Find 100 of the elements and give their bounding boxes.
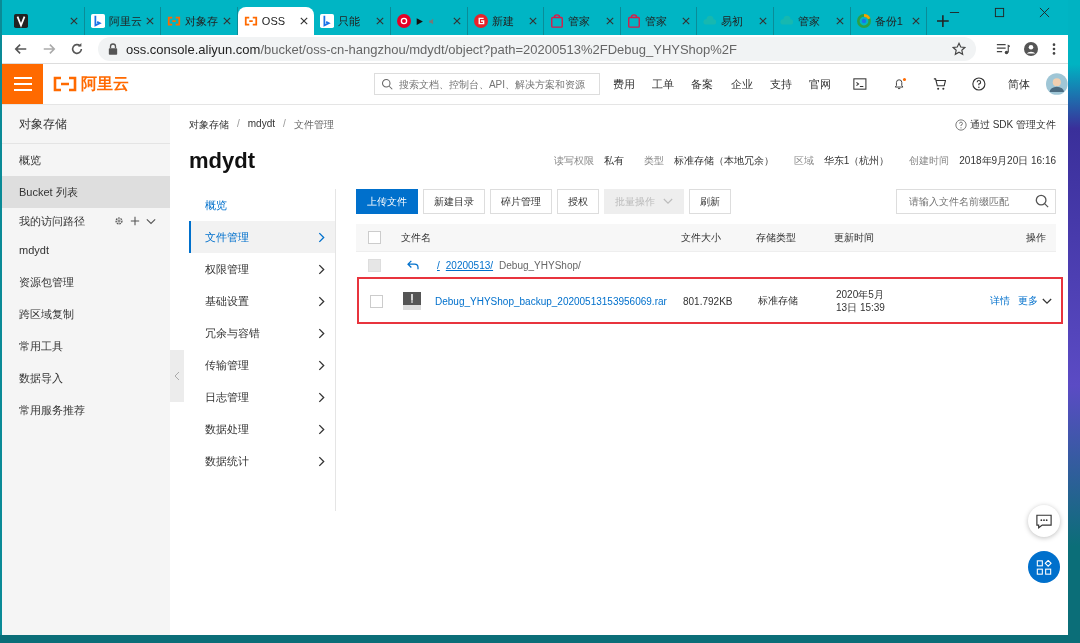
subnav-item[interactable]: 基础设置 <box>189 285 335 317</box>
more-icon[interactable] <box>1052 42 1056 56</box>
sidebar-item[interactable]: 常用服务推荐 <box>2 394 170 426</box>
cart-icon[interactable] <box>932 77 947 91</box>
back-arrow-icon[interactable] <box>14 42 28 56</box>
sidebar-item[interactable]: 常用工具 <box>2 330 170 362</box>
subnav-item[interactable]: 数据统计 <box>189 445 335 477</box>
subnav-item[interactable]: 数据处理 <box>189 413 335 445</box>
apps-button[interactable] <box>1028 551 1060 583</box>
close-icon[interactable] <box>452 17 461 25</box>
sidebar-item[interactable]: Bucket 列表 <box>2 176 170 208</box>
more-link[interactable]: 更多 <box>1018 294 1038 308</box>
toolbar-button[interactable]: 新建目录 <box>423 189 485 214</box>
file-name-link[interactable]: Debug_YHYShop_backup_20200513153956069.rar <box>435 295 667 307</box>
nav-link[interactable]: 工单 <box>643 76 683 92</box>
language-link[interactable]: 简体 <box>999 76 1039 92</box>
table-cell: 801.792KB <box>683 295 733 307</box>
sidebar-item[interactable]: 跨区域复制 <box>2 298 170 330</box>
details-link[interactable]: 详情 <box>990 294 1010 308</box>
play-icon[interactable] <box>415 16 424 26</box>
chevron-right-icon <box>318 263 325 275</box>
breadcrumb-item[interactable]: mdydt <box>247 118 275 132</box>
subnav-item[interactable]: 权限管理 <box>189 253 335 285</box>
close-icon[interactable] <box>222 17 231 25</box>
breadcrumb-item[interactable]: 对象存储 <box>189 118 229 132</box>
path-link[interactable]: / <box>437 259 440 271</box>
tab-title: 阿里云 <box>108 13 142 29</box>
close-icon[interactable] <box>759 17 768 25</box>
toolbar-button[interactable]: 碎片管理 <box>490 189 552 214</box>
checkbox[interactable] <box>370 294 383 308</box>
toolbar-button[interactable]: 上传文件 <box>356 189 418 214</box>
reload-icon[interactable] <box>70 42 84 56</box>
close-icon[interactable] <box>146 17 155 25</box>
tab-title: 易初 <box>721 13 744 29</box>
bucket-title: mdydt <box>189 148 255 174</box>
plus-icon[interactable] <box>130 216 140 226</box>
browser-tab[interactable]: 新建 <box>467 7 545 35</box>
close-icon[interactable] <box>300 17 309 25</box>
browser-tab[interactable]: 管家 <box>774 7 851 35</box>
close-icon[interactable] <box>529 17 538 25</box>
search-field[interactable]: 请输入文件名前缀匹配 <box>896 189 1056 214</box>
maximize-icon[interactable] <box>994 7 1006 18</box>
subnav-item[interactable]: 传输管理 <box>189 349 335 381</box>
browser-tab[interactable]: 阿里云 <box>84 7 162 35</box>
browser-tab[interactable]: OSS <box>237 7 315 35</box>
address-bar[interactable]: oss.console.aliyun.com/bucket/oss-cn-hangzhou/mdydt/object?path=20200513%2FDebug_YHYShop%2F <box>98 37 976 61</box>
toolbar-button[interactable]: 授权 <box>557 189 599 214</box>
subnav-item[interactable]: 冗余与容错 <box>189 317 335 349</box>
sidebar-item[interactable]: 数据导入 <box>2 362 170 394</box>
avatar-icon[interactable] <box>1046 73 1069 95</box>
search-field[interactable]: 搜索文档、控制台、API、解决方案和资源 <box>373 73 600 95</box>
close-icon[interactable] <box>1039 7 1051 18</box>
sidebar-item[interactable]: 概览 <box>2 144 170 176</box>
close-icon[interactable] <box>605 17 614 25</box>
terminal-icon[interactable] <box>853 77 867 91</box>
collapse-handle[interactable] <box>170 350 184 402</box>
close-icon[interactable] <box>69 17 78 25</box>
breadcrumb-item[interactable]: 文件管理 <box>293 118 334 132</box>
nav-link[interactable]: 支持 <box>761 76 801 92</box>
close-icon[interactable] <box>682 17 691 25</box>
search-icon[interactable] <box>1035 194 1049 208</box>
browser-tab[interactable]: 对象存 <box>161 7 238 35</box>
new-tab-icon[interactable] <box>937 15 950 27</box>
return-arrow-icon[interactable] <box>407 260 419 270</box>
bell-icon[interactable] <box>892 77 907 91</box>
close-icon[interactable] <box>835 17 844 25</box>
account-icon[interactable] <box>1024 42 1038 56</box>
browser-tab[interactable]: 只能 <box>314 7 391 35</box>
nav-link[interactable]: 费用 <box>603 76 644 92</box>
nav-link[interactable]: 官网 <box>800 76 840 92</box>
menu-button[interactable] <box>2 64 44 104</box>
nav-link[interactable]: 备案 <box>682 76 722 92</box>
breadcrumb-separator: / <box>237 118 240 131</box>
subnav-item[interactable]: 日志管理 <box>189 381 335 413</box>
sidebar-item[interactable]: mdydt <box>2 234 170 266</box>
close-icon[interactable] <box>912 17 921 25</box>
lock-icon <box>108 43 118 55</box>
browser-tab[interactable]: 易初 <box>697 7 775 35</box>
playlist-icon[interactable] <box>996 42 1010 56</box>
tab-title: 管家 <box>568 13 591 29</box>
browser-tab[interactable]: 管家 <box>544 7 621 35</box>
breadcrumb-separator: / <box>283 118 286 131</box>
settings-icon[interactable] <box>114 216 124 226</box>
toolbar-button[interactable]: 刷新 <box>689 189 731 214</box>
nav-link[interactable]: 企业 <box>721 76 762 92</box>
star-icon[interactable] <box>952 42 966 56</box>
chevron-down-icon[interactable] <box>1042 297 1052 305</box>
path-link[interactable]: 20200513/ <box>445 259 494 271</box>
subnav-item[interactable]: 概览 <box>189 189 335 221</box>
browser-tab[interactable]: 管家 <box>620 7 698 35</box>
tab-title: 管家 <box>798 13 821 29</box>
subnav-item[interactable]: 文件管理 <box>189 221 335 253</box>
chat-button[interactable] <box>1028 505 1060 537</box>
sdk-link[interactable]: 通过 SDK 管理文件 <box>969 118 1056 132</box>
sidebar-item[interactable]: 资源包管理 <box>2 266 170 298</box>
browser-tab[interactable]: 备份1 <box>850 7 928 35</box>
checkbox[interactable] <box>368 231 381 244</box>
close-icon[interactable] <box>376 17 384 25</box>
g-letter-logo-icon <box>473 14 488 28</box>
help-icon[interactable] <box>972 77 987 91</box>
